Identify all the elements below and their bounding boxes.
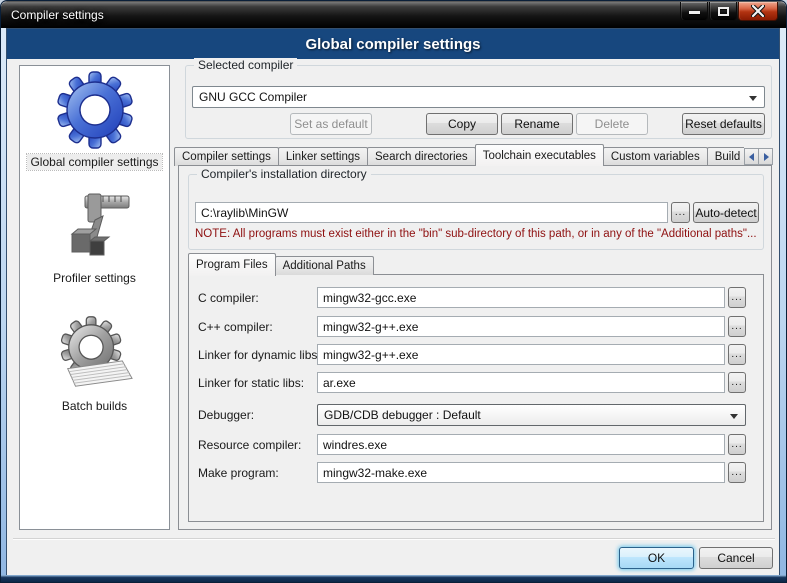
minimize-icon [689, 11, 700, 14]
tab-build-options[interactable]: Build options [707, 147, 744, 166]
tab-scroll-right-button[interactable] [758, 148, 773, 165]
compiler-select[interactable]: GNU GCC Compiler [192, 86, 765, 108]
window-frame-bottom [1, 575, 786, 582]
arrow-right-icon [764, 153, 769, 161]
sidebar-item-profiler-settings[interactable]: Profiler settings [20, 186, 169, 286]
settings-category-sidebar: Global compiler settings [19, 65, 170, 530]
linker-dynamic-browse-button[interactable]: ... [728, 344, 746, 365]
subtab-additional-paths[interactable]: Additional Paths [275, 256, 374, 275]
c-compiler-browse-button[interactable]: ... [728, 287, 746, 308]
cancel-button[interactable]: Cancel [699, 547, 773, 569]
close-icon [751, 5, 765, 17]
debugger-select[interactable]: GDB/CDB debugger : Default [317, 404, 746, 426]
copy-button[interactable]: Copy [426, 113, 498, 135]
installation-directory-group-label: Compiler's installation directory [197, 167, 371, 181]
sidebar-item-global-compiler-settings[interactable]: Global compiler settings [20, 70, 169, 170]
debugger-select-value: GDB/CDB debugger : Default [324, 408, 481, 422]
linker-static-browse-button[interactable]: ... [728, 372, 746, 393]
window-controls [679, 2, 778, 21]
c-compiler-label: C compiler: [198, 291, 259, 305]
cpp-compiler-input[interactable] [317, 316, 725, 337]
sidebar-item-label: Batch builds [59, 398, 130, 414]
program-files-tabstrip: Program Files Additional Paths [188, 252, 374, 275]
reset-defaults-button[interactable]: Reset defaults [682, 113, 765, 135]
compiler-select-value: GNU GCC Compiler [199, 90, 307, 104]
bin-subdirectory-note: NOTE: All programs must exist either in … [195, 228, 757, 240]
tab-scroll-left-button[interactable] [744, 148, 759, 165]
ok-button[interactable]: OK [619, 547, 694, 569]
make-program-browse-button[interactable]: ... [728, 462, 746, 483]
settings-tabstrip: Compiler settings Linker settings Search… [174, 143, 744, 166]
auto-detect-button[interactable]: Auto-detect [693, 202, 759, 223]
tab-custom-variables[interactable]: Custom variables [603, 147, 708, 166]
sidebar-item-batch-builds[interactable]: Batch builds [20, 316, 169, 414]
browse-directory-button[interactable]: ... [671, 202, 690, 223]
cpp-compiler-label: C++ compiler: [198, 320, 273, 334]
make-program-input[interactable] [317, 462, 725, 483]
tab-linker-settings[interactable]: Linker settings [278, 147, 368, 166]
sidebar-item-label: Global compiler settings [27, 154, 161, 170]
resource-compiler-label: Resource compiler: [198, 438, 301, 452]
minimize-button[interactable] [680, 2, 708, 21]
installation-directory-input[interactable] [195, 202, 668, 223]
chevron-down-icon [749, 96, 757, 101]
maximize-icon [718, 7, 729, 16]
set-as-default-button[interactable]: Set as default [290, 113, 372, 135]
compiler-settings-window: Compiler settings Global compiler settin… [0, 0, 787, 583]
close-button[interactable] [738, 2, 778, 21]
debugger-label: Debugger: [198, 408, 254, 422]
sidebar-item-label: Profiler settings [50, 270, 139, 286]
gray-gear-stack-icon [56, 316, 134, 394]
c-compiler-input[interactable] [317, 287, 725, 308]
cpp-compiler-browse-button[interactable]: ... [728, 316, 746, 337]
delete-button[interactable]: Delete [576, 113, 648, 135]
tab-search-directories[interactable]: Search directories [367, 147, 476, 166]
selected-compiler-group-label: Selected compiler [194, 58, 297, 72]
blue-gear-icon [55, 70, 135, 150]
linker-dynamic-label: Linker for dynamic libs: [198, 348, 321, 362]
resource-compiler-browse-button[interactable]: ... [728, 434, 746, 455]
tab-compiler-settings[interactable]: Compiler settings [174, 147, 279, 166]
page-header: Global compiler settings [7, 29, 779, 59]
resource-compiler-input[interactable] [317, 434, 725, 455]
subtab-program-files[interactable]: Program Files [188, 253, 276, 276]
rename-button[interactable]: Rename [501, 113, 573, 135]
linker-static-input[interactable] [317, 372, 725, 393]
make-program-label: Make program: [198, 466, 279, 480]
arrow-left-icon [749, 153, 754, 161]
titlebar[interactable]: Compiler settings [1, 1, 786, 28]
window-title: Compiler settings [11, 8, 104, 22]
caliper-icon [55, 186, 135, 266]
chevron-down-icon [730, 414, 738, 419]
linker-dynamic-input[interactable] [317, 344, 725, 365]
footer-separator [13, 538, 775, 540]
tab-toolchain-executables[interactable]: Toolchain executables [475, 144, 604, 166]
linker-static-label: Linker for static libs: [198, 376, 304, 390]
dialog-body: Global compiler settings [6, 28, 780, 577]
program-files-panel [188, 274, 764, 522]
maximize-button[interactable] [709, 2, 737, 21]
page-title: Global compiler settings [305, 36, 480, 53]
